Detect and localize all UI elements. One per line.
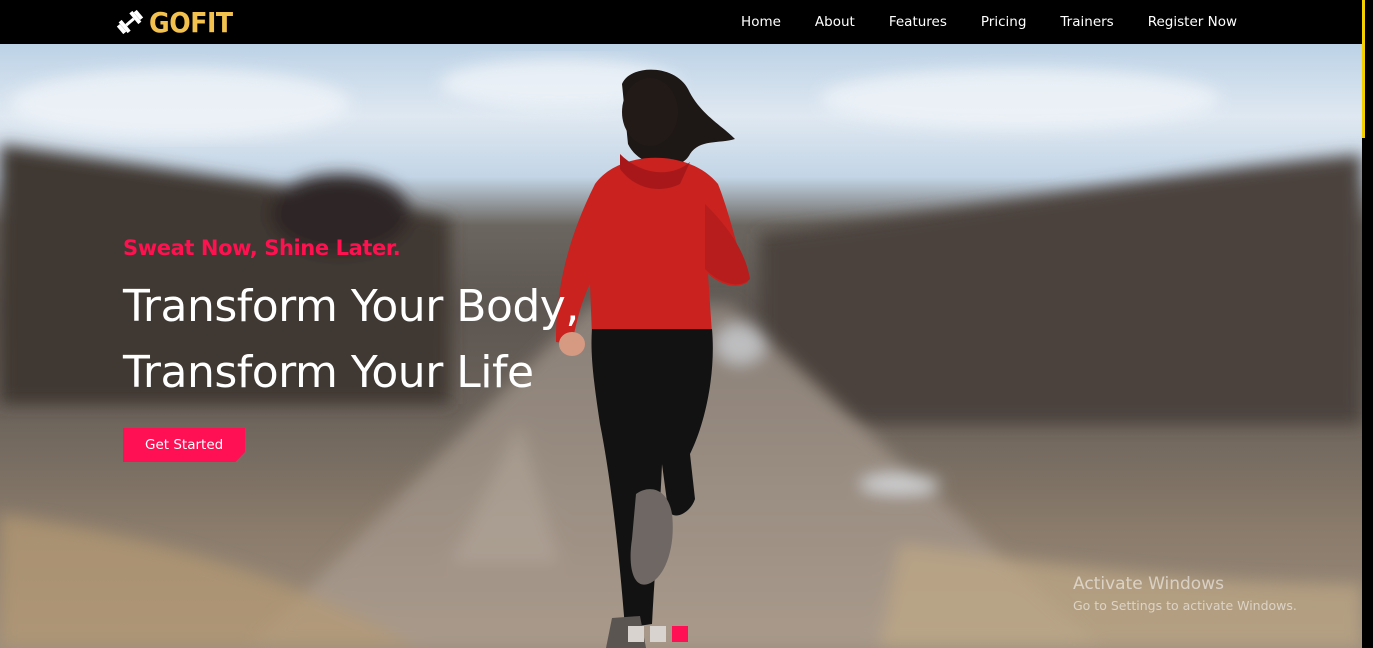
nav-pricing[interactable]: Pricing bbox=[981, 14, 1027, 30]
get-started-button[interactable]: Get Started bbox=[123, 428, 246, 462]
watermark-title: Activate Windows bbox=[1073, 574, 1224, 594]
nav-trainers[interactable]: Trainers bbox=[1060, 14, 1113, 30]
brand-name: GOFIT bbox=[149, 5, 233, 39]
slider-indicators bbox=[628, 626, 688, 642]
hero-headline: Transform Your Body, Transform Your Life bbox=[123, 274, 579, 406]
page-scrollbar[interactable] bbox=[1365, 0, 1373, 648]
main-nav: Home About Features Pricing Trainers Reg… bbox=[741, 0, 1237, 44]
hero-headline-line-2: Transform Your Life bbox=[123, 347, 534, 398]
nav-features[interactable]: Features bbox=[889, 14, 947, 30]
slide-indicator-1[interactable] bbox=[628, 626, 644, 642]
brand-logo[interactable]: GOFIT bbox=[114, 5, 242, 39]
watermark-subtitle: Go to Settings to activate Windows. bbox=[1073, 598, 1297, 613]
nav-home[interactable]: Home bbox=[741, 14, 781, 30]
hero-tagline: Sweat Now, Shine Later. bbox=[123, 236, 401, 260]
nav-about[interactable]: About bbox=[815, 14, 855, 30]
hero-slider: Sweat Now, Shine Later. Transform Your B… bbox=[0, 44, 1362, 648]
dumbbell-icon bbox=[116, 9, 144, 35]
nav-register-now[interactable]: Register Now bbox=[1148, 14, 1237, 30]
scrollbar-thumb[interactable] bbox=[1362, 0, 1365, 138]
hero-headline-line-1: Transform Your Body, bbox=[123, 281, 579, 332]
hero-content: Sweat Now, Shine Later. Transform Your B… bbox=[123, 236, 579, 462]
slide-indicator-3[interactable] bbox=[672, 626, 688, 642]
slide-indicator-2[interactable] bbox=[650, 626, 666, 642]
windows-activation-watermark: Activate Windows Go to Settings to activ… bbox=[1073, 574, 1297, 613]
navbar: GOFIT Home About Features Pricing Traine… bbox=[0, 0, 1362, 44]
